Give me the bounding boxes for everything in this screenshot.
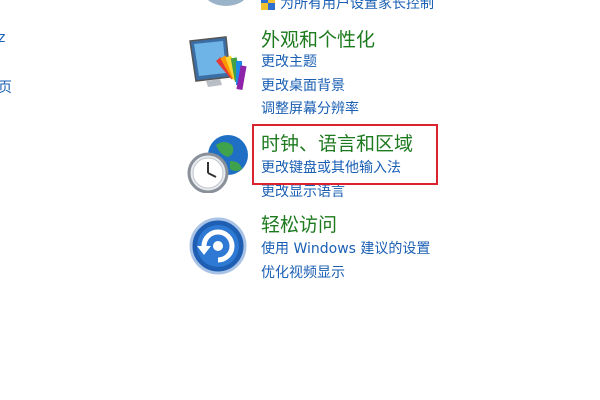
link-optimize-video-display[interactable]: 优化视频显示 <box>261 264 345 282</box>
parental-controls-link[interactable]: 为所有用户设置家长控制 <box>280 0 434 13</box>
link-change-theme[interactable]: 更改主题 <box>261 53 317 71</box>
category-title-appearance[interactable]: 外观和个性化 <box>261 28 375 52</box>
link-change-desktop-background[interactable]: 更改桌面背景 <box>261 77 345 95</box>
category-title-ease-of-access[interactable]: 轻松访问 <box>261 213 337 237</box>
link-change-display-language[interactable]: 更改显示语言 <box>261 183 345 201</box>
user-accounts-icon-partial <box>203 0 249 6</box>
link-use-recommended-settings[interactable]: 使用 Windows 建议的设置 <box>261 240 430 258</box>
ease-of-access-icon[interactable] <box>189 217 247 275</box>
left-panel-fragment[interactable]: z <box>0 30 5 46</box>
category-title-clock-language-region[interactable]: 时钟、语言和区域 <box>261 132 413 156</box>
clock-globe-icon[interactable] <box>186 131 252 193</box>
shield-icon <box>261 0 275 10</box>
monitor-paint-icon[interactable] <box>186 33 250 93</box>
left-panel-fragment[interactable]: 页 <box>0 77 12 97</box>
link-adjust-screen-resolution[interactable]: 调整屏幕分辨率 <box>261 100 359 118</box>
link-change-keyboard-input[interactable]: 更改键盘或其他输入法 <box>261 159 401 177</box>
